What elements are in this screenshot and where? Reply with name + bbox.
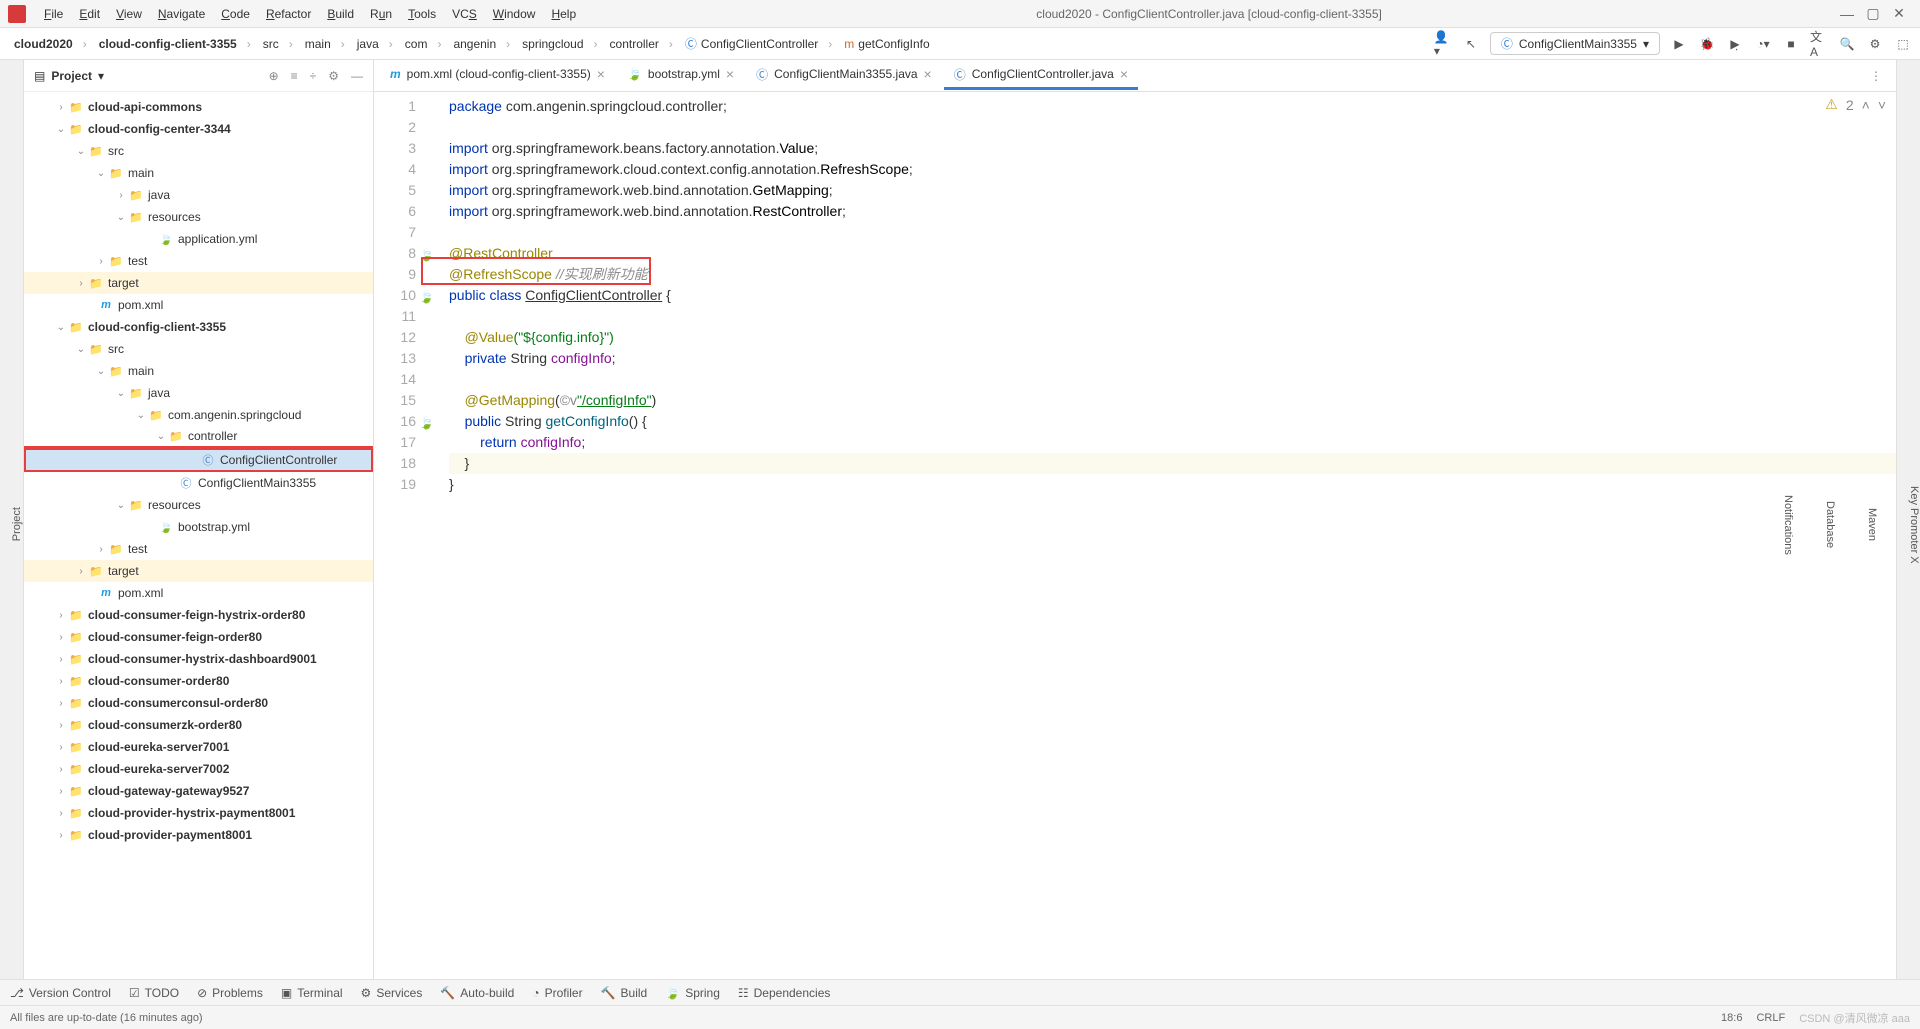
debug-button[interactable]: 🐞 xyxy=(1698,35,1716,53)
code-editor[interactable]: 1234567 8🍃 9 10🍃 1112131415 16🍃 171819 p… xyxy=(374,92,1896,979)
project-header: ▤ Project ▾ ⊕ ≡ ÷ ⚙ — xyxy=(24,60,373,92)
crumb-module[interactable]: cloud-config-client-3355 xyxy=(93,37,257,51)
bottom-tool-bar: ⎇Version Control ☑TODO ⊘Problems ▣Termin… xyxy=(0,979,1920,1005)
project-tree[interactable]: ›📁cloud-api-commons ⌄📁cloud-config-cente… xyxy=(24,92,373,979)
project-title: Project xyxy=(51,69,92,83)
line-gutter: 1234567 8🍃 9 10🍃 1112131415 16🍃 171819 xyxy=(374,92,424,979)
editor-tabs: mpom.xml (cloud-config-client-3355)× 🍃bo… xyxy=(374,60,1896,92)
tool-autobuild[interactable]: 🔨Auto-build xyxy=(440,986,514,1000)
settings-icon[interactable]: ⚙ xyxy=(1866,35,1884,53)
menu-edit[interactable]: Edit xyxy=(71,7,108,21)
menu-tools[interactable]: Tools xyxy=(400,7,444,21)
maximize-button[interactable]: ▢ xyxy=(1860,4,1886,24)
breadcrumb: cloud2020 cloud-config-client-3355 src m… xyxy=(8,35,946,52)
collapse-icon[interactable]: ÷ xyxy=(310,69,317,83)
warning-icon: ⚠ xyxy=(1825,96,1838,113)
menu-refactor[interactable]: Refactor xyxy=(258,7,319,21)
project-tool-window: ▤ Project ▾ ⊕ ≡ ÷ ⚙ — ›📁cloud-api-common… xyxy=(24,60,374,979)
menu-view[interactable]: View xyxy=(108,7,150,21)
close-button[interactable]: ✕ xyxy=(1886,4,1912,24)
updates-icon[interactable]: ⬚ xyxy=(1894,35,1912,53)
tab-controller[interactable]: ⒸConfigClientController.java× xyxy=(944,62,1138,90)
crumb-src[interactable]: src xyxy=(257,37,299,51)
menu-build[interactable]: Build xyxy=(319,7,362,21)
crumb-angenin[interactable]: angenin xyxy=(447,37,516,51)
locate-icon[interactable]: ⊕ xyxy=(269,69,279,83)
tab-bootstrap[interactable]: 🍃bootstrap.yml× xyxy=(617,62,744,90)
tool-project[interactable]: Project xyxy=(11,507,23,541)
run-button[interactable]: ▶ xyxy=(1670,35,1688,53)
tool-problems[interactable]: ⊘Problems xyxy=(197,986,263,1000)
crumb-project[interactable]: cloud2020 xyxy=(8,37,93,51)
chevron-down-icon[interactable]: ˅ xyxy=(1878,97,1886,113)
crumb-springcloud[interactable]: springcloud xyxy=(516,37,603,51)
menu-help[interactable]: Help xyxy=(543,7,584,21)
tab-main3355[interactable]: ⒸConfigClientMain3355.java× xyxy=(746,62,942,90)
close-icon[interactable]: × xyxy=(1120,66,1128,82)
tool-build[interactable]: 🔨Build xyxy=(601,986,648,1000)
app-logo-icon xyxy=(8,5,26,23)
close-icon[interactable]: × xyxy=(924,66,932,82)
status-bar: All files are up-to-date (16 minutes ago… xyxy=(0,1005,1920,1029)
stop-button[interactable]: ■ xyxy=(1782,35,1800,53)
chevron-up-icon[interactable]: ˄ xyxy=(1862,97,1870,113)
watermark: CSDN @清风微凉 aaa xyxy=(1799,1010,1910,1026)
toolbar-right: 👤▾ ↖ ⒸConfigClientMain3355▾ ▶ 🐞 ▶̣ ◔▾ ■ … xyxy=(1434,32,1912,55)
close-icon[interactable]: × xyxy=(597,66,605,82)
editor-pane: mpom.xml (cloud-config-client-3355)× 🍃bo… xyxy=(374,60,1896,979)
menu-vcs[interactable]: VCS xyxy=(444,7,485,21)
tabs-more-icon[interactable]: ⋮ xyxy=(1862,69,1890,83)
menu-file[interactable]: FFileile xyxy=(36,7,71,21)
tool-profiler[interactable]: ◔Profiler xyxy=(532,986,582,1000)
menu-run[interactable]: Run xyxy=(362,7,400,21)
expand-icon[interactable]: ≡ xyxy=(291,69,298,83)
tab-pom[interactable]: mpom.xml (cloud-config-client-3355)× xyxy=(380,62,615,90)
close-icon[interactable]: × xyxy=(726,66,734,82)
caret-position[interactable]: 18:6 xyxy=(1721,1012,1742,1024)
inspection-widget[interactable]: ⚠2 ˄ ˅ xyxy=(1825,96,1886,113)
coverage-button[interactable]: ▶̣ xyxy=(1726,35,1744,53)
tree-selected-file: ⒸConfigClientController xyxy=(24,448,373,472)
crumb-class[interactable]: ⒸConfigClientController xyxy=(679,35,838,52)
dropdown-icon[interactable]: ▾ xyxy=(98,69,104,83)
folder-icon: ▤ xyxy=(34,69,45,83)
right-tool-stripe: Key Promoter X Maven Database Notificati… xyxy=(1896,60,1920,979)
crumb-java[interactable]: java xyxy=(351,37,399,51)
crumb-method[interactable]: m getConfigInfo xyxy=(838,37,945,51)
back-icon[interactable]: ↖ xyxy=(1462,35,1480,53)
tool-deps[interactable]: ☷Dependencies xyxy=(738,986,831,1000)
main-area: Project Bookmarks Structure ▤ Project ▾ … xyxy=(0,60,1920,979)
menu-window[interactable]: Window xyxy=(485,7,544,21)
tool-keypromoter[interactable]: Key Promoter X xyxy=(1908,486,1920,564)
tool-terminal[interactable]: ▣Terminal xyxy=(281,986,343,1000)
profile-button[interactable]: ◔▾ xyxy=(1754,35,1772,53)
crumb-controller[interactable]: controller xyxy=(604,37,679,51)
tool-vcs[interactable]: ⎇Version Control xyxy=(10,986,111,1000)
tool-spring[interactable]: 🍃Spring xyxy=(665,986,720,1000)
translate-icon[interactable]: 文A xyxy=(1810,35,1828,53)
run-config-select[interactable]: ⒸConfigClientMain3355▾ xyxy=(1490,32,1660,55)
window-title: cloud2020 - ConfigClientController.java … xyxy=(584,7,1834,21)
status-message: All files are up-to-date (16 minutes ago… xyxy=(10,1012,203,1024)
code-body[interactable]: package com.angenin.springcloud.controll… xyxy=(424,92,1896,979)
menu-code[interactable]: Code xyxy=(213,7,258,21)
gear-icon[interactable]: ⚙ xyxy=(328,69,339,83)
crumb-main[interactable]: main xyxy=(299,37,351,51)
hide-icon[interactable]: — xyxy=(351,69,363,83)
navigation-bar: cloud2020 cloud-config-client-3355 src m… xyxy=(0,28,1920,60)
crumb-com[interactable]: com xyxy=(399,37,448,51)
minimize-button[interactable]: — xyxy=(1834,4,1860,24)
menu-navigate[interactable]: Navigate xyxy=(150,7,213,21)
left-tool-stripe: Project Bookmarks Structure xyxy=(0,60,24,979)
tool-services[interactable]: ⚙Services xyxy=(361,986,423,1000)
user-icon[interactable]: 👤▾ xyxy=(1434,35,1452,53)
line-ending[interactable]: CRLF xyxy=(1756,1012,1785,1024)
tool-todo[interactable]: ☑TODO xyxy=(129,986,179,1000)
menu-bar: FFileile Edit View Navigate Code Refacto… xyxy=(0,0,1920,28)
search-icon[interactable]: 🔍 xyxy=(1838,35,1856,53)
